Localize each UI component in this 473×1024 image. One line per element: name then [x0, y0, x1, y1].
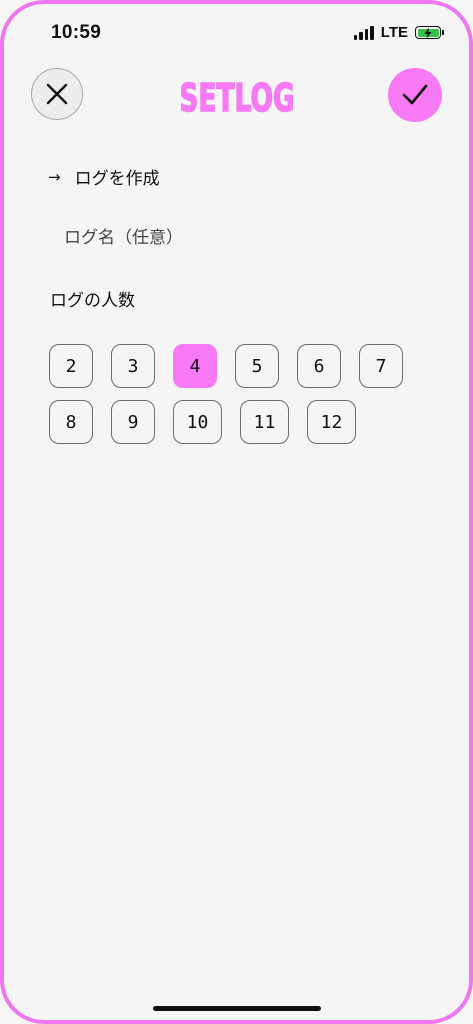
- arrow-right-icon: →: [48, 167, 61, 186]
- logo-text: SETLOG: [181, 76, 293, 118]
- player-count-option-6[interactable]: 6: [297, 344, 341, 388]
- player-count-option-2[interactable]: 2: [49, 344, 93, 388]
- create-log-title: ログを作成: [74, 169, 160, 189]
- phone-screen: 10:59 LTE SETLOG → ログを作成 ログ名（任意） ログの人数 2…: [0, 0, 473, 1024]
- player-count-option-5[interactable]: 5: [235, 344, 279, 388]
- player-count-option-4-selected[interactable]: 4: [173, 344, 217, 388]
- player-count-label: ログの人数: [50, 291, 135, 311]
- status-time: 10:59: [51, 22, 102, 43]
- home-indicator[interactable]: [152, 1006, 321, 1011]
- create-log-heading: → ログを作成: [48, 164, 160, 190]
- setlog-logo: SETLOG: [181, 76, 293, 118]
- confirm-button[interactable]: [388, 68, 442, 122]
- player-count-option-12[interactable]: 12: [307, 400, 356, 444]
- log-name-input[interactable]: [52, 218, 456, 258]
- status-indicators: LTE: [353, 24, 444, 41]
- player-count-selector: 2 3 4 5 6 7 8 9 10 11 12: [49, 344, 429, 456]
- player-count-option-11[interactable]: 11: [240, 400, 289, 444]
- checkmark-icon: [402, 84, 428, 105]
- network-type: LTE: [380, 24, 408, 41]
- player-count-row-2: 8 9 10 11 12: [49, 400, 429, 444]
- battery-icon: [415, 26, 444, 39]
- signal-icon: [353, 25, 374, 40]
- player-count-row-1: 2 3 4 5 6 7: [49, 344, 429, 388]
- player-count-option-7[interactable]: 7: [359, 344, 403, 388]
- player-count-option-8[interactable]: 8: [49, 400, 93, 444]
- player-count-option-9[interactable]: 9: [111, 400, 155, 444]
- battery-cap: [442, 30, 444, 35]
- player-count-option-3[interactable]: 3: [111, 344, 155, 388]
- charging-bolt-icon: [424, 27, 432, 38]
- player-count-option-10[interactable]: 10: [173, 400, 222, 444]
